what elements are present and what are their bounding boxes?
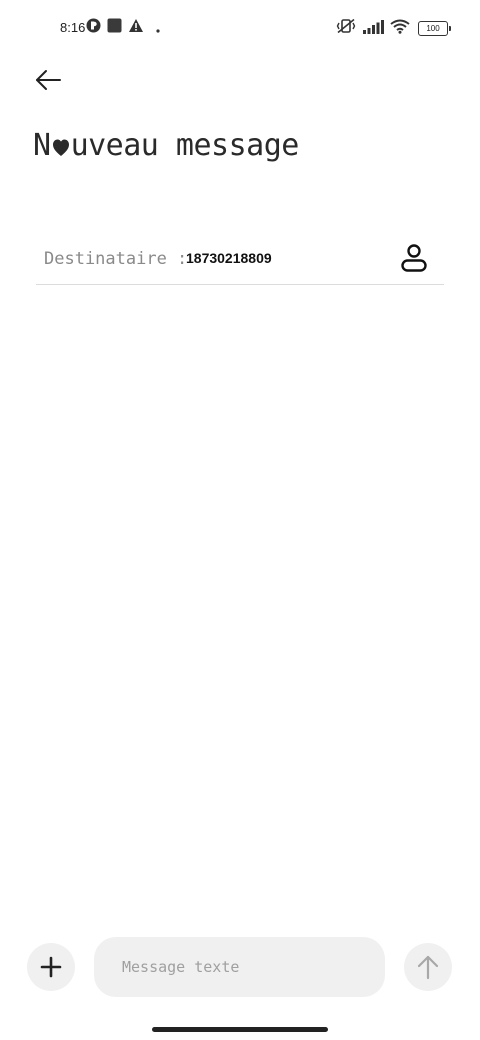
back-button[interactable]	[30, 64, 66, 96]
status-right-icons: 100	[336, 18, 451, 38]
vibrate-off-icon	[336, 18, 356, 38]
status-time: 8:16	[60, 20, 86, 35]
page-title-text: uveau message	[70, 128, 300, 163]
send-button[interactable]	[404, 943, 452, 991]
square-notification-icon	[107, 18, 122, 37]
battery-icon: 100	[418, 20, 451, 36]
recipient-input[interactable]: 18730218809	[186, 250, 272, 266]
wifi-icon	[390, 19, 410, 38]
status-bar: 8:16 100	[0, 14, 480, 42]
person-icon	[401, 244, 427, 272]
warning-icon	[128, 18, 144, 37]
arrow-left-icon	[36, 70, 61, 90]
status-left-icons	[86, 18, 160, 37]
signal-icon	[362, 19, 384, 38]
recipient-label: Destinataire :	[44, 249, 188, 269]
recipient-row: Destinataire : 18730218809	[36, 236, 444, 285]
arrow-up-icon	[417, 955, 439, 980]
heart-icon	[52, 139, 69, 156]
page-title: N uveau message	[33, 128, 299, 163]
add-attachment-button[interactable]	[27, 943, 75, 991]
dot-icon	[156, 18, 160, 37]
page-title-prefix: N	[33, 128, 51, 163]
contact-picker-button[interactable]	[398, 242, 430, 274]
home-indicator[interactable]	[152, 1027, 328, 1032]
notification-badge-icon	[86, 18, 101, 37]
message-input[interactable]	[94, 937, 385, 997]
plus-icon	[40, 956, 62, 978]
